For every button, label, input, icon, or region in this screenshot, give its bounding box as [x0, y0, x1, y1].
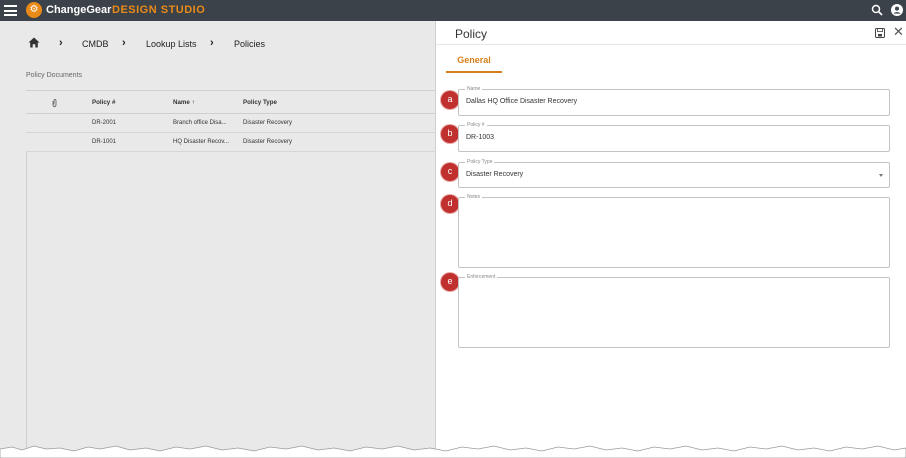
table-left-border	[26, 152, 27, 452]
cell-policy-number: DR-2001	[92, 120, 117, 126]
breadcrumb-policies[interactable]: Policies	[234, 39, 265, 49]
brand-name: ChangeGear	[46, 4, 112, 16]
hamburger-menu-icon[interactable]	[4, 5, 17, 16]
policy-type-field-value: Disaster Recovery	[466, 171, 524, 178]
breadcrumb-cmdb[interactable]: CMDB	[82, 39, 109, 49]
callout-badge-d: d	[441, 195, 459, 213]
cell-name: Branch office Disa...	[173, 120, 227, 126]
policy-list-pane	[0, 21, 435, 458]
policy-type-field-label: Policy Type	[465, 158, 495, 166]
name-field[interactable]: Name Dallas HQ Office Disaster Recovery	[458, 85, 890, 116]
breadcrumb-lookup-lists[interactable]: Lookup Lists	[146, 39, 197, 49]
dropdown-caret-icon[interactable]	[879, 174, 883, 177]
cell-policy-number: DR-1001	[92, 139, 117, 145]
column-header-policy-number[interactable]: Policy #	[92, 99, 115, 106]
column-header-name[interactable]: Name ↑	[173, 99, 195, 106]
cell-policy-type: Disaster Recovery	[243, 120, 293, 126]
close-icon[interactable]: ✕	[893, 25, 904, 38]
top-bar: ⚙ ChangeGear DESIGN STUDIO	[0, 0, 906, 21]
callout-badge-e: e	[441, 273, 459, 291]
policy-type-select[interactable]: Policy Type Disaster Recovery	[458, 158, 890, 188]
policy-number-field-label: Policy #	[465, 121, 487, 129]
cell-name: HQ Disaster Recov...	[173, 139, 229, 145]
table-row[interactable]: DR-1001 HQ Disaster Recov... Disaster Re…	[26, 133, 435, 152]
chevron-right-icon: ›	[122, 37, 126, 49]
search-icon[interactable]	[871, 4, 883, 16]
table-row[interactable]: DR-2001 Branch office Disa... Disaster R…	[26, 114, 435, 133]
tab-general[interactable]: General	[446, 55, 502, 73]
notes-field-label: Notes	[465, 193, 483, 201]
panel-divider	[436, 44, 906, 45]
home-icon[interactable]	[28, 37, 40, 48]
chevron-right-icon: ›	[59, 37, 63, 49]
callout-badge-a: a	[441, 91, 459, 109]
changegear-logo-icon: ⚙	[26, 2, 42, 18]
policy-number-field-value: DR-1003	[466, 134, 495, 141]
cell-policy-type: Disaster Recovery	[243, 139, 293, 145]
app-root: ⚙ ChangeGear DESIGN STUDIO › CMDB › Look…	[0, 0, 906, 458]
enforcement-field-label: Enforcement	[465, 273, 498, 281]
panel-title: Policy	[455, 27, 488, 41]
policy-detail-panel: Policy ✕ General a Name Dallas HQ Office…	[435, 21, 906, 458]
list-title: Policy Documents	[26, 72, 83, 79]
table-header: Policy # Name ↑ Policy Type	[26, 90, 435, 114]
name-field-value: Dallas HQ Office Disaster Recovery	[466, 98, 578, 105]
name-field-label: Name	[465, 85, 483, 93]
save-icon[interactable]	[875, 28, 885, 38]
chevron-right-icon: ›	[210, 37, 214, 49]
policy-number-field[interactable]: Policy # DR-1003	[458, 121, 890, 152]
torn-edge-decoration	[0, 445, 906, 458]
user-account-icon[interactable]	[891, 4, 903, 16]
enforcement-textarea[interactable]: Enforcement	[458, 273, 890, 348]
attachment-icon	[52, 99, 57, 107]
column-header-policy-type[interactable]: Policy Type	[243, 99, 277, 106]
callout-badge-c: c	[441, 163, 459, 181]
notes-textarea[interactable]: Notes	[458, 193, 890, 268]
design-studio-label: DESIGN STUDIO	[112, 4, 206, 16]
callout-badge-b: b	[441, 125, 459, 143]
